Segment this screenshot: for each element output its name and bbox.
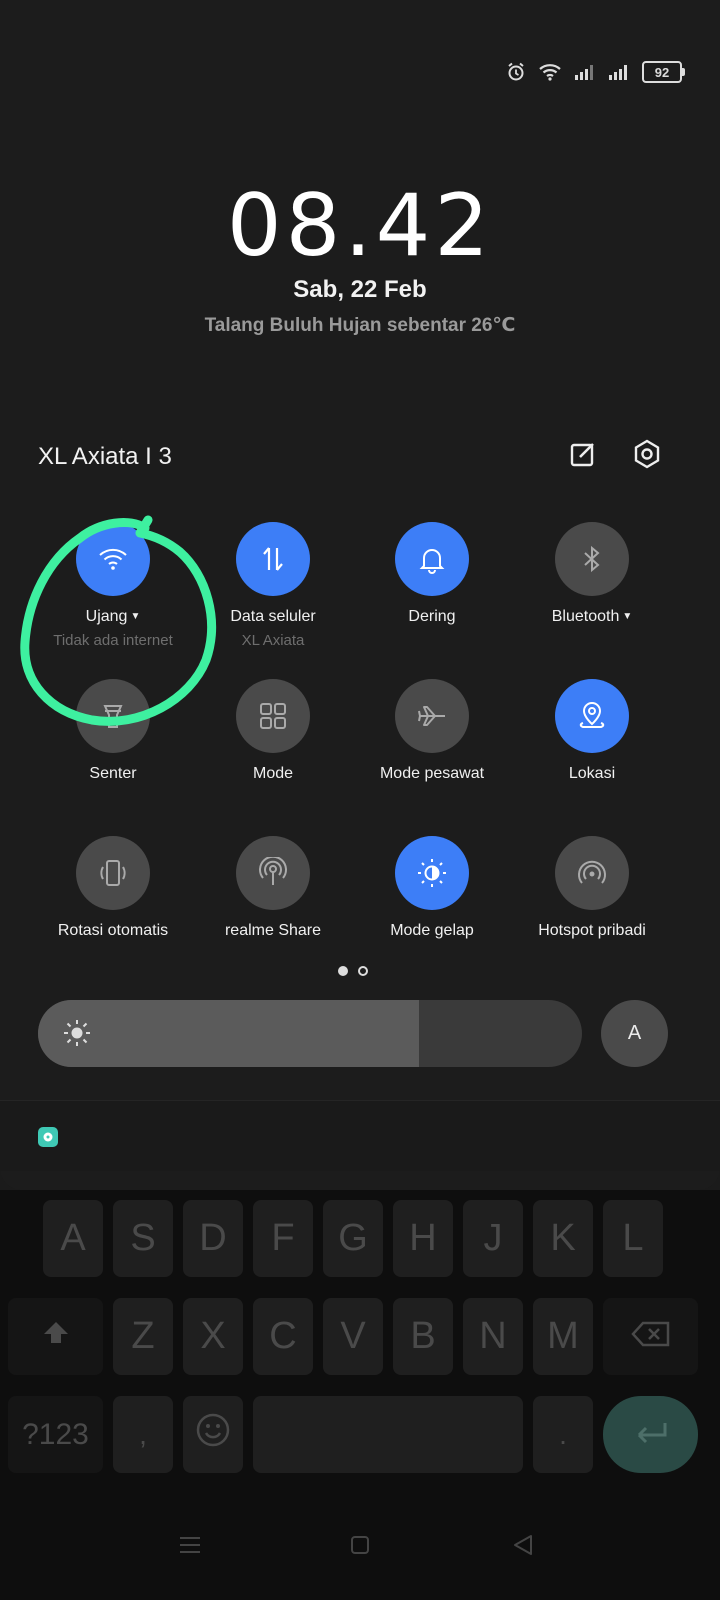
bluetooth-icon[interactable]: [555, 522, 629, 596]
carrier-name: XL Axiata I 3: [38, 443, 172, 470]
key-c[interactable]: C: [253, 1298, 313, 1375]
tile-flashlight-label: Senter: [89, 765, 137, 782]
page-dot-active[interactable]: [338, 966, 348, 976]
alarm-icon: [506, 62, 526, 82]
battery-indicator: 92: [642, 61, 685, 83]
page-dot[interactable]: [358, 966, 368, 976]
location-icon[interactable]: [555, 679, 629, 753]
home-icon[interactable]: [330, 1515, 390, 1575]
tile-bluetooth[interactable]: Bluetooth ▼: [512, 522, 672, 626]
key-v[interactable]: V: [323, 1298, 383, 1375]
tile-hotspot[interactable]: Hotspot pribadi: [512, 836, 672, 940]
key-j[interactable]: J: [463, 1200, 523, 1277]
backspace-key[interactable]: [603, 1298, 698, 1375]
notification-area[interactable]: [0, 1100, 720, 1171]
bell-icon[interactable]: [395, 522, 469, 596]
key-s[interactable]: S: [113, 1200, 173, 1277]
period-key[interactable]: .: [533, 1396, 593, 1473]
auto-brightness-button[interactable]: A: [601, 1000, 668, 1067]
tile-wifi-status: Tidak ada internet: [53, 632, 173, 649]
caret-down-icon[interactable]: ▼: [622, 611, 632, 622]
tile-bluetooth-label: Bluetooth ▼: [512, 608, 672, 626]
airplane-icon[interactable]: [395, 679, 469, 753]
key-l[interactable]: L: [603, 1200, 663, 1277]
sun-icon: [62, 1018, 92, 1053]
chat-app-icon: [38, 1127, 58, 1147]
key-d[interactable]: D: [183, 1200, 243, 1277]
clock[interactable]: 08.42: [0, 176, 720, 276]
wifi-icon[interactable]: [76, 522, 150, 596]
page-indicator: [338, 966, 368, 976]
tile-wifi-label: Ujang ▼: [33, 608, 193, 626]
brightness-fill: [38, 1000, 419, 1067]
tile-airplane-label: Mode pesawat: [379, 765, 485, 782]
tile-mobile-data-sub: XL Axiata: [241, 632, 305, 649]
back-icon[interactable]: [493, 1515, 553, 1575]
key-h[interactable]: H: [393, 1200, 453, 1277]
key-a[interactable]: A: [43, 1200, 103, 1277]
battery-level: 92: [654, 64, 670, 80]
space-key[interactable]: [253, 1396, 523, 1473]
key-n[interactable]: N: [463, 1298, 523, 1375]
comma-key[interactable]: ,: [113, 1396, 173, 1473]
tile-hotspot-label: Hotspot pribadi: [538, 922, 646, 939]
tile-ring[interactable]: Dering: [352, 522, 512, 626]
tile-mobile-data[interactable]: Data seluler XL Axiata: [193, 522, 353, 649]
tile-location-label: Lokasi: [568, 765, 616, 782]
brightness-slider[interactable]: [38, 1000, 582, 1067]
weather-label[interactable]: Talang Buluh Hujan sebentar 26℃: [0, 314, 720, 337]
key-b[interactable]: B: [393, 1298, 453, 1375]
dark-mode-icon[interactable]: [395, 836, 469, 910]
emoji-key[interactable]: [183, 1396, 243, 1473]
date-label[interactable]: Sab, 22 Feb: [0, 276, 720, 304]
gear-icon[interactable]: [627, 434, 667, 474]
tile-auto-rotate[interactable]: Rotasi otomatis: [33, 836, 193, 940]
tile-dark-mode-label: Mode gelap: [390, 922, 474, 939]
grid-icon[interactable]: [236, 679, 310, 753]
key-x[interactable]: X: [183, 1298, 243, 1375]
key-z[interactable]: Z: [113, 1298, 173, 1375]
share-antenna-icon[interactable]: [236, 836, 310, 910]
tile-mobile-data-label: Data seluler: [230, 608, 316, 625]
menu-icon[interactable]: [160, 1515, 220, 1575]
wifi-network-name: Ujang: [85, 608, 128, 625]
symbols-key[interactable]: ?123: [8, 1396, 103, 1473]
tile-dark-mode[interactable]: Mode gelap: [352, 836, 512, 940]
tile-auto-rotate-label: Rotasi otomatis: [57, 922, 169, 939]
tile-realme-share[interactable]: realme Share: [193, 836, 353, 940]
tile-mode-label: Mode: [252, 765, 294, 782]
tile-wifi[interactable]: Ujang ▼ Tidak ada internet: [33, 522, 193, 649]
data-arrows-icon[interactable]: [236, 522, 310, 596]
signal-icon: [608, 63, 630, 81]
tile-ring-label: Dering: [408, 608, 456, 625]
tile-location[interactable]: Lokasi: [512, 679, 672, 783]
hotspot-icon[interactable]: [555, 836, 629, 910]
tile-airplane[interactable]: Mode pesawat: [352, 679, 512, 783]
wifi-icon: [538, 63, 562, 81]
emoji-icon: [195, 1412, 231, 1458]
key-k[interactable]: K: [533, 1200, 593, 1277]
enter-icon: [633, 1413, 669, 1456]
enter-key[interactable]: [603, 1396, 698, 1473]
rotate-icon[interactable]: [76, 836, 150, 910]
key-f[interactable]: F: [253, 1200, 313, 1277]
shift-key[interactable]: [8, 1298, 103, 1375]
status-bar: 92: [506, 58, 685, 86]
bluetooth-label-text: Bluetooth: [551, 608, 620, 625]
tile-realme-share-label: realme Share: [224, 922, 322, 939]
backspace-icon: [630, 1315, 671, 1358]
shift-icon: [41, 1315, 71, 1358]
flashlight-icon[interactable]: [76, 679, 150, 753]
edit-icon[interactable]: [563, 434, 603, 474]
caret-down-icon[interactable]: ▼: [130, 611, 140, 622]
key-m[interactable]: M: [533, 1298, 593, 1375]
tile-flashlight[interactable]: Senter: [33, 679, 193, 783]
key-g[interactable]: G: [323, 1200, 383, 1277]
tile-mode[interactable]: Mode: [193, 679, 353, 783]
signal-icon: [574, 63, 596, 81]
